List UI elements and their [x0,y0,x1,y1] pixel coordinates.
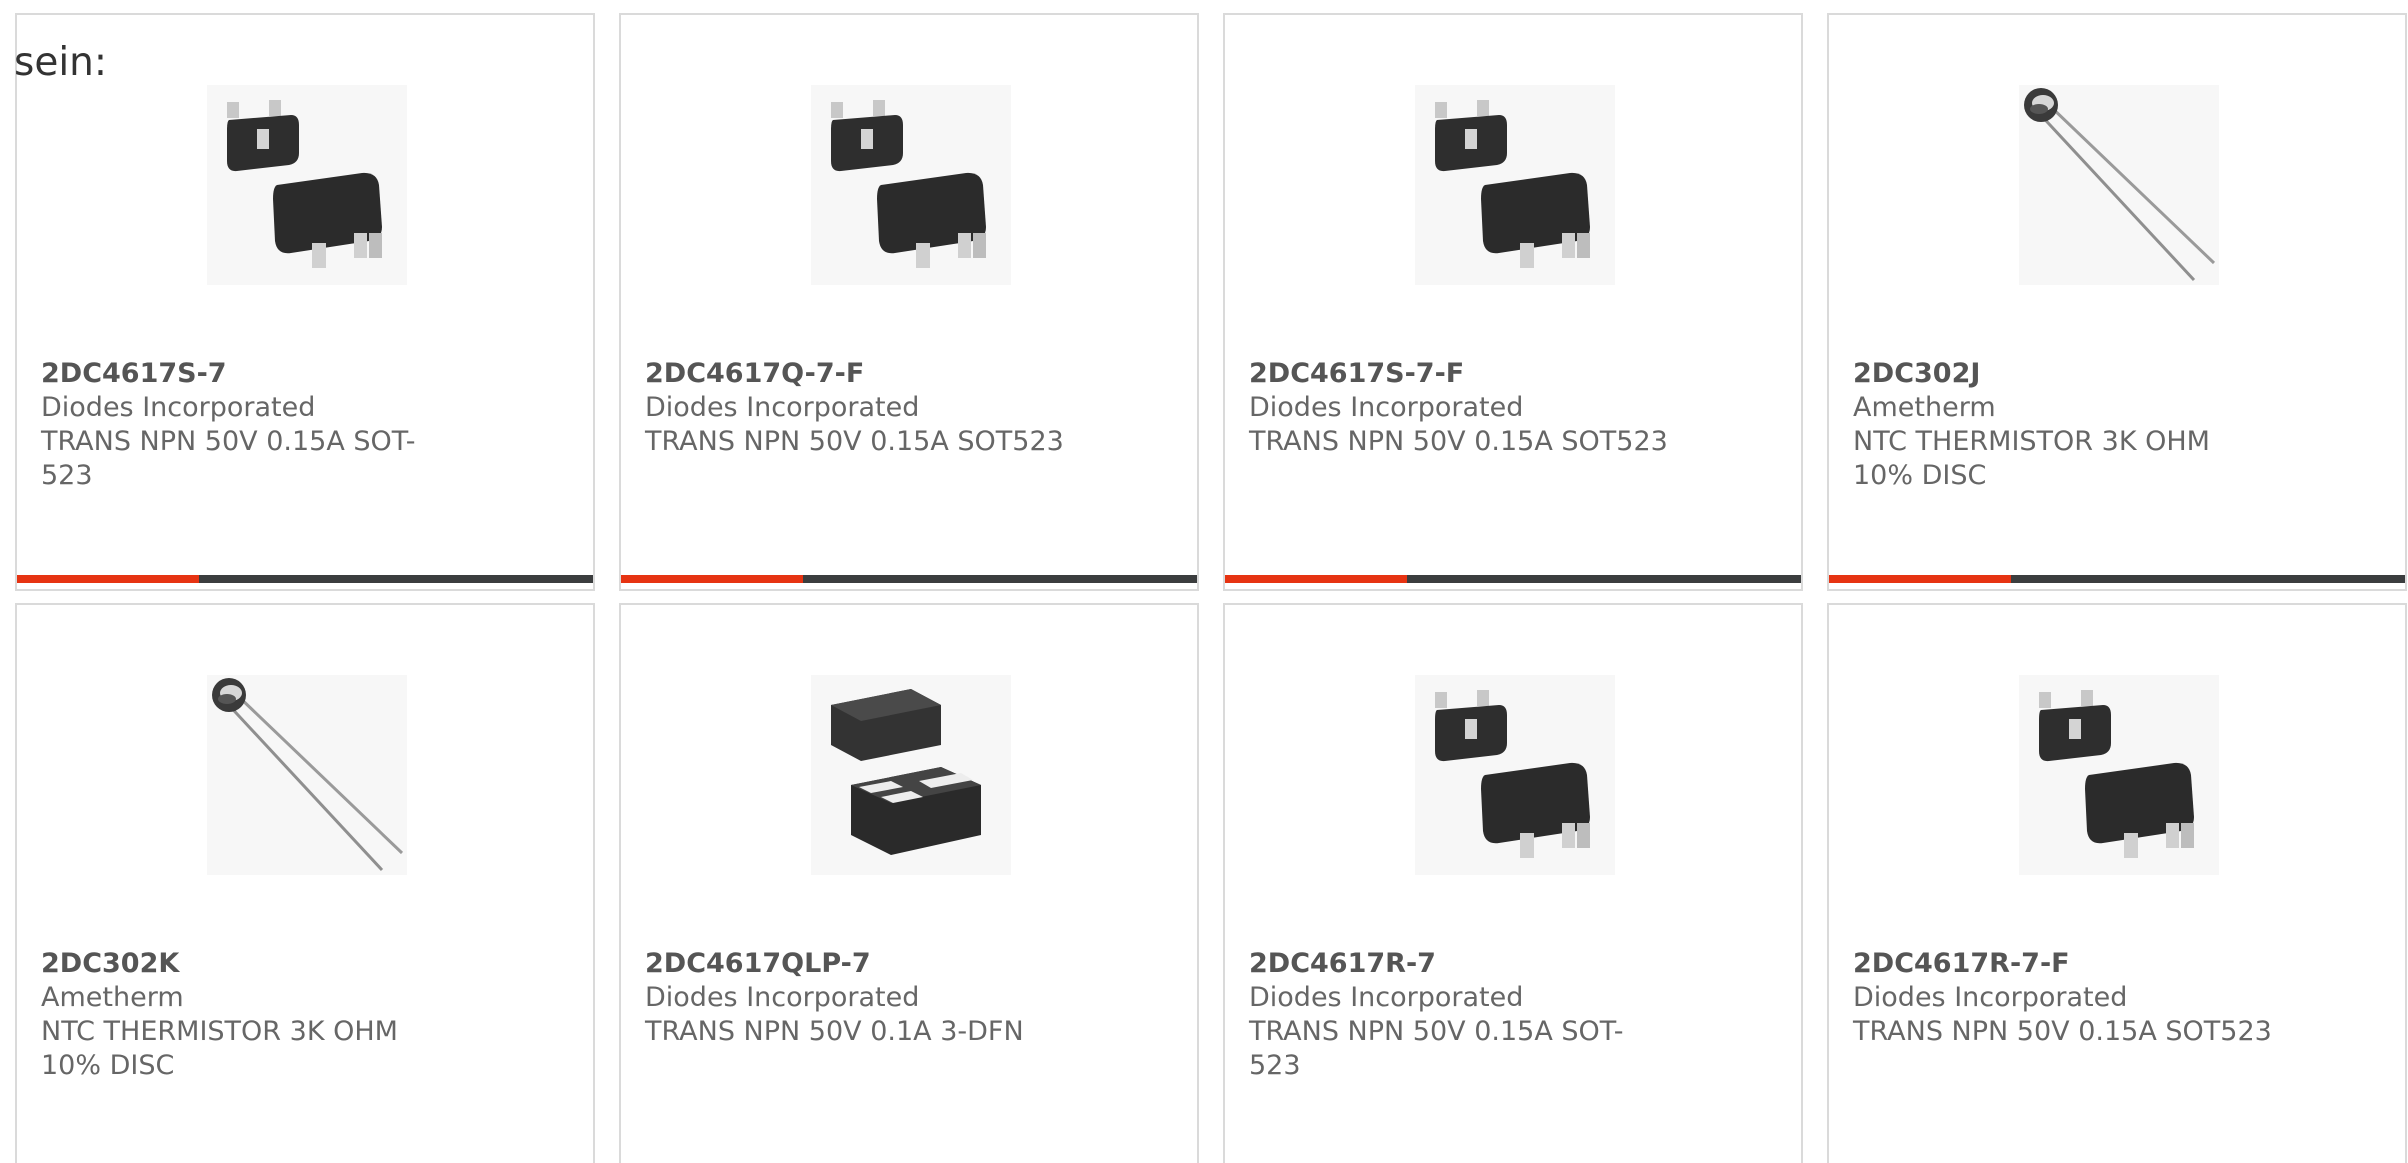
product-description: TRANS NPN 50V 0.15A SOT523 [1853,1016,2272,1047]
product-card[interactable]: 2DC4617Q-7-F Diodes Incorporated TRANS N… [619,13,1199,591]
product-description: TRANS NPN 50V 0.15A SOT523 [645,426,1064,457]
part-number[interactable]: 2DC302J [1853,357,2273,391]
part-number[interactable]: 2DC4617S-7-F [1249,357,1669,391]
product-results-page: sein: 2DC4617S-7 Diodes Incorporated TRA… [0,0,2408,1163]
product-info: 2DC4617QLP-7 Diodes Incorporated TRANS N… [645,947,1065,1049]
product-card[interactable]: 2DC4617QLP-7 Diodes Incorporated TRANS N… [619,603,1199,1163]
card-progress-fill [1225,575,1407,583]
disc-thermistor-icon [207,675,407,875]
part-number[interactable]: 2DC4617R-7-F [1853,947,2273,981]
manufacturer-name: Diodes Incorporated [1249,982,1524,1013]
product-grid: 2DC4617S-7 Diodes Incorporated TRANS NPN… [15,13,2407,1163]
product-info: 2DC4617R-7-F Diodes Incorporated TRANS N… [1853,947,2273,1049]
manufacturer-name: Diodes Incorporated [645,982,920,1013]
part-number[interactable]: 2DC4617QLP-7 [645,947,1065,981]
product-description: NTC THERMISTOR 3K OHM 10% DISC [1853,426,2210,491]
sot523-package-icon [1415,85,1615,285]
product-description: TRANS NPN 50V 0.15A SOT-523 [41,426,416,491]
card-progress-bar [621,575,1197,583]
manufacturer-name: Diodes Incorporated [1249,392,1524,423]
product-description: TRANS NPN 50V 0.1A 3-DFN [645,1016,1024,1047]
product-info: 2DC4617S-7-F Diodes Incorporated TRANS N… [1249,357,1669,459]
card-progress-bar [1225,575,1801,583]
manufacturer-name: Diodes Incorporated [41,392,316,423]
sot523-package-icon [1415,675,1615,875]
product-card[interactable]: 2DC4617S-7 Diodes Incorporated TRANS NPN… [15,13,595,591]
sot523-package-icon [207,85,407,285]
card-progress-fill [621,575,803,583]
product-info: 2DC4617Q-7-F Diodes Incorporated TRANS N… [645,357,1065,459]
product-card[interactable]: 2DC4617R-7 Diodes Incorporated TRANS NPN… [1223,603,1803,1163]
product-card[interactable]: 2DC4617S-7-F Diodes Incorporated TRANS N… [1223,13,1803,591]
card-progress-fill [17,575,199,583]
card-progress-bar [1829,575,2405,583]
product-description: TRANS NPN 50V 0.15A SOT-523 [1249,1016,1624,1081]
intro-text: sein: [14,40,108,85]
part-number[interactable]: 2DC4617S-7 [41,357,461,391]
manufacturer-name: Diodes Incorporated [1853,982,2128,1013]
sot523-package-icon [811,85,1011,285]
product-description: TRANS NPN 50V 0.15A SOT523 [1249,426,1668,457]
part-number[interactable]: 2DC4617Q-7-F [645,357,1065,391]
product-card[interactable]: 2DC302J Ametherm NTC THERMISTOR 3K OHM 1… [1827,13,2407,591]
manufacturer-name: Diodes Incorporated [645,392,920,423]
product-info: 2DC302K Ametherm NTC THERMISTOR 3K OHM 1… [41,947,461,1083]
dfn-package-icon [811,675,1011,875]
product-info: 2DC4617S-7 Diodes Incorporated TRANS NPN… [41,357,461,493]
manufacturer-name: Ametherm [1853,392,1996,423]
card-progress-fill [1829,575,2011,583]
manufacturer-name: Ametherm [41,982,184,1013]
product-card[interactable]: 2DC302K Ametherm NTC THERMISTOR 3K OHM 1… [15,603,595,1163]
card-progress-bar [17,575,593,583]
product-card[interactable]: 2DC4617R-7-F Diodes Incorporated TRANS N… [1827,603,2407,1163]
product-description: NTC THERMISTOR 3K OHM 10% DISC [41,1016,398,1081]
part-number[interactable]: 2DC302K [41,947,461,981]
disc-thermistor-icon [2019,85,2219,285]
product-info: 2DC302J Ametherm NTC THERMISTOR 3K OHM 1… [1853,357,2273,493]
product-info: 2DC4617R-7 Diodes Incorporated TRANS NPN… [1249,947,1669,1083]
sot523-package-icon [2019,675,2219,875]
part-number[interactable]: 2DC4617R-7 [1249,947,1669,981]
